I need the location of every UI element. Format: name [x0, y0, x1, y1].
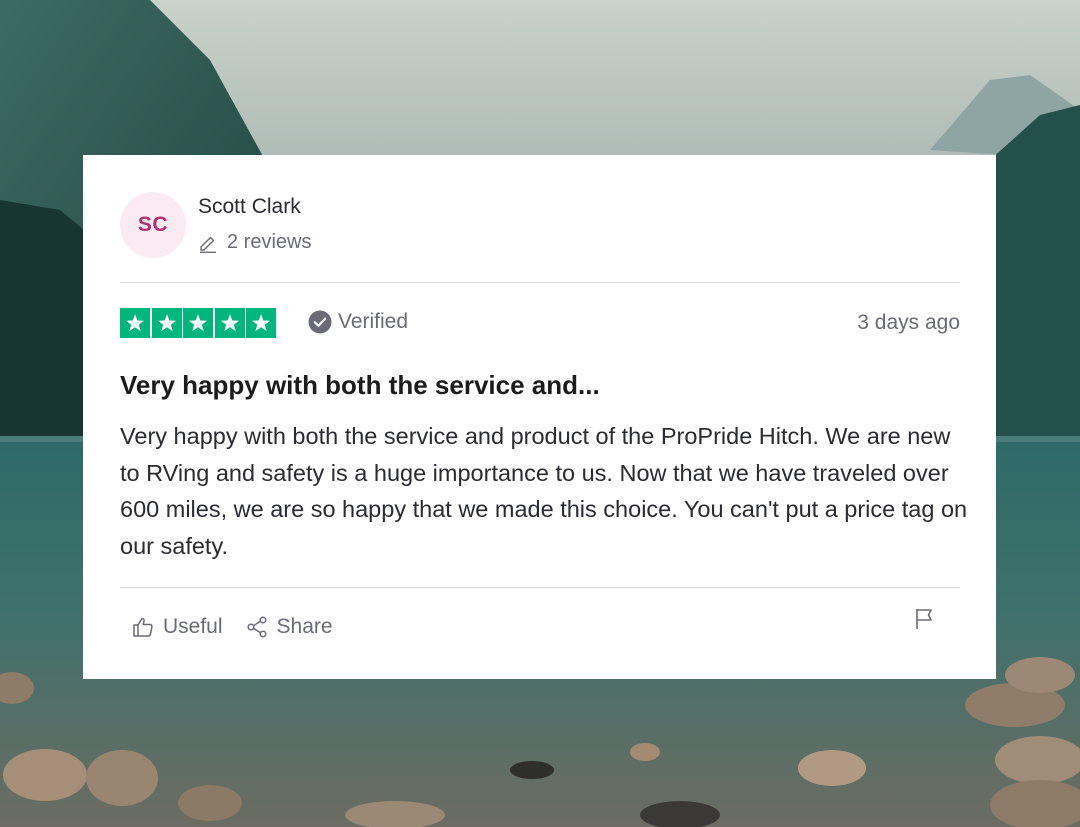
reviewer-name[interactable]: Scott Clark: [198, 195, 301, 219]
review-count: 2 reviews: [198, 231, 311, 254]
report-flag-button[interactable]: [914, 607, 936, 636]
review-count-label: 2 reviews: [227, 231, 312, 253]
divider-bottom: [120, 587, 960, 588]
avatar-initials: SC: [137, 213, 169, 236]
avatar[interactable]: SC: [120, 192, 186, 258]
star-rating: [120, 308, 276, 338]
star-icon: [214, 308, 245, 338]
review-title[interactable]: Very happy with both the service and...: [120, 370, 600, 401]
verified-check-icon: [308, 310, 332, 334]
share-button[interactable]: Share: [245, 615, 333, 639]
share-label: Share: [276, 615, 333, 638]
useful-button[interactable]: Useful: [131, 615, 223, 639]
verified-label: Verified: [338, 310, 409, 333]
review-body: Very happy with both the service and pro…: [120, 423, 968, 559]
flag-icon: [916, 609, 932, 629]
star-icon: [120, 308, 150, 338]
review-date: 3 days ago: [857, 311, 960, 334]
star-icon: [151, 308, 182, 338]
star-icon: [246, 308, 276, 338]
useful-label: Useful: [163, 615, 223, 638]
share-icon: [246, 616, 267, 638]
pencil-icon: [200, 236, 216, 253]
review-card: SC Scott Clark 2 reviews Verified 3 days…: [83, 155, 996, 679]
star-icon: [183, 308, 213, 338]
divider-top: [120, 282, 960, 283]
verified-badge[interactable]: Verified: [308, 310, 408, 334]
review-actions: Useful Share: [131, 615, 333, 639]
thumbs-up-icon: [133, 617, 153, 637]
